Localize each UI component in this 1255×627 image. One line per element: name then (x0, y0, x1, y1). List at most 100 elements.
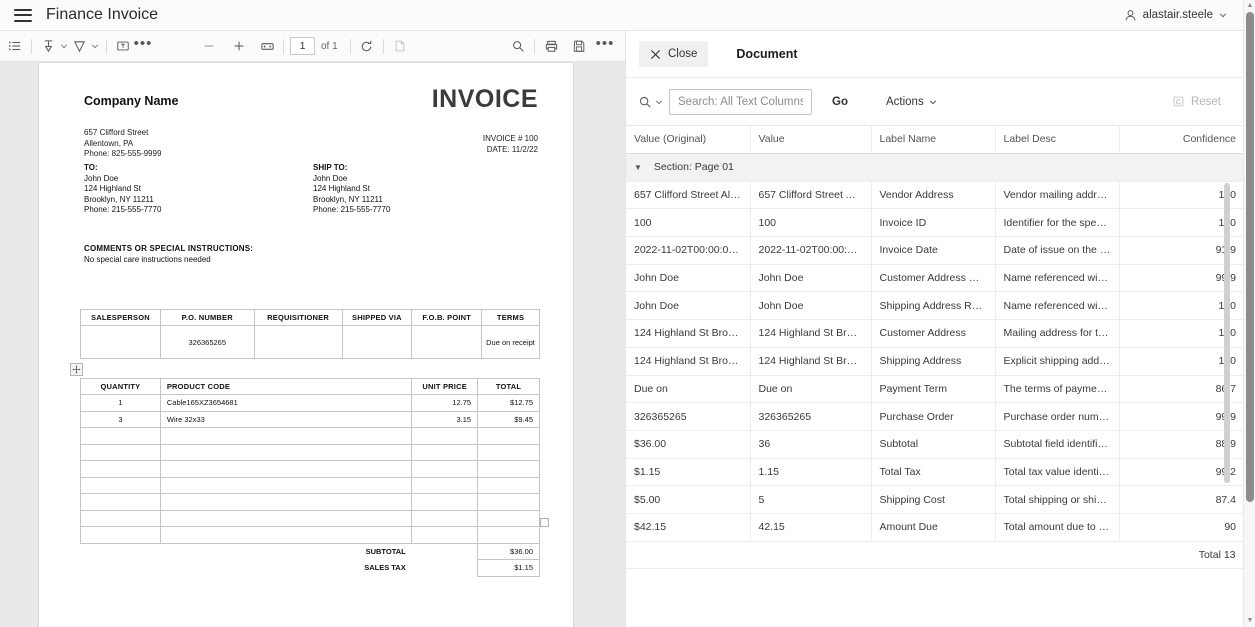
table-row[interactable]: $5.00 5 Shipping Cost Total shipping or … (626, 485, 1243, 514)
vendor-address-line: 657 Clifford Street (84, 128, 149, 137)
cell-shipped-via (341, 325, 413, 359)
table-row[interactable]: $1.15 1.15 Total Tax Total tax value ide… (626, 458, 1243, 487)
vendor-address-line: Allentown, PA (84, 138, 134, 148)
toolbar-divider (382, 38, 384, 54)
ship-to-label: SHIP TO: (313, 163, 348, 172)
invoice-number: INVOICE # 100 (482, 134, 538, 143)
panel-scrollbar[interactable] (1224, 183, 1230, 613)
toolbar-divider (534, 38, 535, 54)
more-options-icon[interactable]: ••• (595, 36, 615, 56)
total-row: Total 13 (626, 540, 1243, 570)
user-menu[interactable]: alastair.steele (1124, 9, 1227, 22)
window-scrollbar[interactable]: ▲ ▼ (1243, 0, 1255, 627)
save-icon[interactable] (569, 36, 589, 56)
move-handle-icon[interactable] (70, 363, 83, 376)
col-label-name[interactable]: Label Name (871, 125, 996, 154)
close-button[interactable]: Close (639, 41, 709, 67)
bill-to-label: TO: (84, 163, 98, 172)
table-row-empty (80, 476, 540, 494)
chevron-down-icon (1219, 13, 1227, 18)
ship-to-line: Brooklyn, NY 11211 (313, 194, 383, 204)
highlighter-icon[interactable] (38, 36, 58, 56)
reset-icon (1173, 96, 1184, 107)
table-row: 326365265 Due on receipt (80, 325, 540, 359)
cell-label-desc: Total tax value identifie... (995, 458, 1120, 487)
cell-label-name: Shipping Address (871, 347, 996, 376)
invoice-page[interactable]: Company Name INVOICE 657 Clifford Street… (39, 63, 573, 627)
table-row[interactable]: 326365265 326365265 Purchase Order Purch… (626, 402, 1243, 431)
invoice-meta: INVOICE # 100 DATE: 11/2/22 (483, 134, 538, 155)
cell-label-name: Customer Address Reci... (871, 264, 996, 293)
table-row: 3 Wire 32x33 3.15 $9.45 (80, 410, 540, 428)
toolbar-divider (31, 38, 32, 54)
rotate-icon[interactable] (357, 36, 377, 56)
page-number-input[interactable] (290, 37, 315, 55)
col-requisitioner: REQUISITIONER (253, 309, 343, 326)
cell-value: 42.15 (750, 513, 872, 542)
col-value[interactable]: Value (750, 125, 872, 154)
table-row[interactable]: 657 Clifford Street Allen... 657 Cliffor… (626, 181, 1243, 210)
fit-page-icon[interactable] (257, 36, 277, 56)
search-toolbar: Go Actions Reset (626, 78, 1243, 125)
col-value-original[interactable]: Value (Original) (626, 125, 751, 154)
total-label: Total 13 (626, 540, 1243, 570)
cell-value: 5 (750, 485, 872, 514)
table-row[interactable]: 100 100 Invoice ID Identifier for the sp… (626, 208, 1243, 238)
cell-fob-point (411, 325, 483, 359)
go-button[interactable]: Go (826, 95, 854, 109)
window-scrollbar-thumb[interactable] (1246, 12, 1254, 502)
cell-label-desc: Total shipping or shippi... (995, 485, 1120, 514)
table-row[interactable]: $42.15 42.15 Amount Due Total amount due… (626, 513, 1243, 542)
line-items-table: QUANTITY PRODUCT CODE UNIT PRICE TOTAL 1… (80, 378, 540, 577)
cell-label-desc: Explicit shipping addres... (995, 347, 1120, 376)
search-input[interactable] (669, 88, 812, 115)
table-row[interactable]: 124 Highland St Brookly... 124 Highland … (626, 319, 1243, 348)
table-row[interactable]: 2022-11-02T00:00:00.0... 2022-11-02T00:0… (626, 236, 1243, 265)
table-header-row: Value (Original) Value Label Name Label … (626, 125, 1243, 154)
cell-value: Due on (750, 375, 872, 404)
vendor-address: 657 Clifford Street Allentown, PA Phone:… (84, 128, 161, 160)
text-box-icon[interactable] (113, 36, 133, 56)
search-icon (639, 96, 651, 108)
table-row[interactable]: John Doe John Doe Customer Address Reci.… (626, 264, 1243, 293)
search-icon[interactable] (508, 36, 528, 56)
cell-value: 100 (750, 208, 872, 238)
hamburger-icon[interactable] (14, 8, 32, 22)
cell-label-name: Customer Address (871, 319, 996, 348)
cell-requisitioner (253, 325, 343, 359)
search-column-selector[interactable] (638, 95, 663, 109)
cell-label-desc: Total amount due to th... (995, 513, 1120, 542)
cell-value-original: 2022-11-02T00:00:00.0... (626, 236, 751, 265)
actions-button[interactable]: Actions (880, 95, 943, 109)
scroll-down-arrow-icon[interactable]: ▼ (1246, 617, 1254, 625)
print-icon[interactable] (541, 36, 561, 56)
cell-unit-price: 12.75 (411, 394, 479, 412)
col-label-desc[interactable]: Label Desc (995, 125, 1120, 154)
cell-label-name: Shipping Cost (871, 485, 996, 514)
resize-handle-icon[interactable] (540, 518, 549, 527)
cell-label-name: Invoice ID (871, 208, 996, 238)
caret-down-icon[interactable]: ▼ (634, 163, 642, 172)
page-layout-icon[interactable] (390, 36, 410, 56)
highlighter-dropdown-caret[interactable] (58, 42, 69, 50)
cell-value: 326365265 (750, 402, 872, 431)
table-row[interactable]: $36.00 36 Subtotal Subtotal field identi… (626, 430, 1243, 459)
more-options-icon[interactable]: ••• (133, 36, 153, 56)
table-row[interactable]: John Doe John Doe Shipping Address Recip… (626, 291, 1243, 321)
col-quantity: QUANTITY (80, 378, 161, 395)
bill-to-line: John Doe (84, 173, 119, 183)
section-row[interactable]: ▼ Section: Page 01 (626, 153, 1243, 182)
triangle-draw-icon[interactable] (69, 36, 89, 56)
toolbar-divider (106, 38, 107, 54)
reset-button[interactable]: Reset (1172, 95, 1221, 108)
zoom-out-icon[interactable] (199, 36, 219, 56)
zoom-in-icon[interactable] (229, 36, 249, 56)
col-confidence[interactable]: Confidence (1119, 125, 1243, 154)
cell-value-original: John Doe (626, 291, 751, 321)
table-row[interactable]: Due on Due on Payment Term The terms of … (626, 375, 1243, 404)
table-row[interactable]: 124 Highland St Brookly... 124 Highland … (626, 347, 1243, 376)
panel-scrollbar-thumb[interactable] (1224, 183, 1230, 483)
scroll-up-arrow-icon[interactable]: ▲ (1246, 2, 1254, 10)
list-view-icon[interactable] (5, 36, 25, 56)
triangle-draw-dropdown-caret[interactable] (89, 42, 100, 50)
